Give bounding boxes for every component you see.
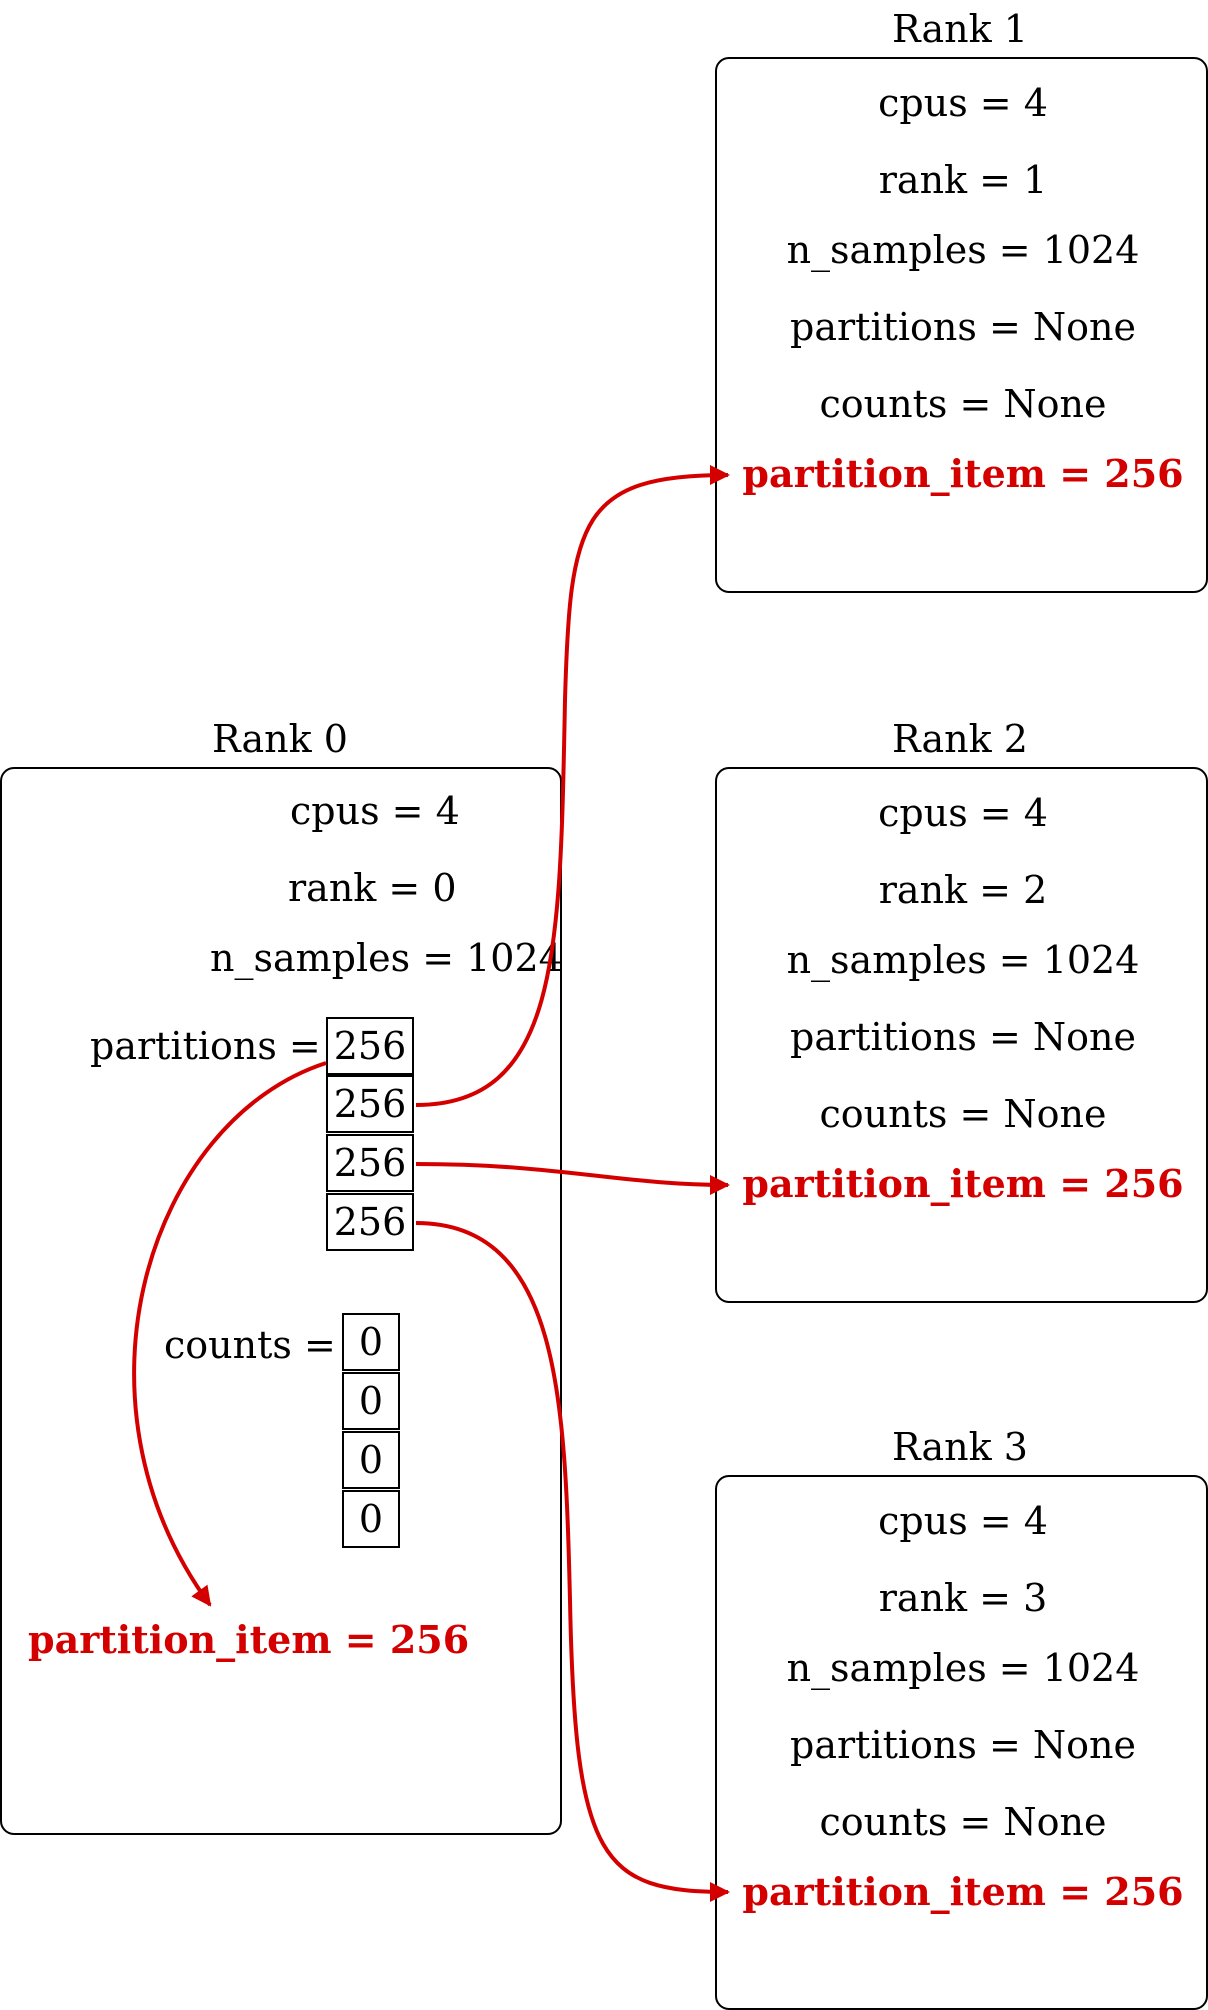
count-cell: 0	[342, 1313, 400, 1371]
rank0-partitions-label: partitions =	[90, 1024, 321, 1068]
rank3-n-samples: n_samples = 1024	[786, 1646, 1140, 1690]
rank2-title: Rank 2	[892, 717, 1028, 761]
rank0-counts-label: counts =	[164, 1323, 336, 1367]
partition-cell: 256	[326, 1134, 414, 1192]
rank2-box: cpus = 4 rank = 2 n_samples = 1024 parti…	[715, 767, 1208, 1303]
rank1-counts: counts = None	[819, 382, 1107, 426]
rank1-box: cpus = 4 rank = 1 n_samples = 1024 parti…	[715, 57, 1208, 593]
rank2-cpus: cpus = 4	[878, 791, 1048, 835]
rank3-title: Rank 3	[892, 1425, 1028, 1469]
rank1-partition-item: partition_item = 256	[742, 451, 1184, 496]
rank3-cpus: cpus = 4	[878, 1499, 1048, 1543]
rank0-title: Rank 0	[212, 717, 348, 761]
count-cell: 0	[342, 1431, 400, 1489]
rank1-n-samples: n_samples = 1024	[786, 228, 1140, 272]
rank2-partition-item: partition_item = 256	[742, 1161, 1184, 1206]
partition-cell: 256	[326, 1193, 414, 1251]
rank2-partitions: partitions = None	[790, 1015, 1136, 1059]
rank1-partitions: partitions = None	[790, 305, 1136, 349]
rank0-n-samples: n_samples = 1024	[210, 936, 563, 980]
rank3-counts: counts = None	[819, 1800, 1107, 1844]
rank0-rank: rank = 0	[288, 866, 457, 910]
rank0-partition-item: partition_item = 256	[28, 1617, 470, 1662]
partition-cell: 256	[326, 1017, 414, 1075]
rank2-rank: rank = 2	[878, 868, 1048, 912]
rank0-cpus: cpus = 4	[290, 789, 460, 833]
count-cell: 0	[342, 1372, 400, 1430]
rank3-partitions: partitions = None	[790, 1723, 1136, 1767]
rank2-n-samples: n_samples = 1024	[786, 938, 1140, 982]
rank2-counts: counts = None	[819, 1092, 1107, 1136]
rank3-box: cpus = 4 rank = 3 n_samples = 1024 parti…	[715, 1475, 1208, 2010]
rank1-rank: rank = 1	[878, 158, 1048, 202]
count-cell: 0	[342, 1490, 400, 1548]
rank0-box	[0, 767, 562, 1835]
rank1-title: Rank 1	[892, 7, 1028, 51]
rank3-rank: rank = 3	[878, 1576, 1048, 1620]
partition-cell: 256	[326, 1075, 414, 1133]
rank1-cpus: cpus = 4	[878, 81, 1048, 125]
rank3-partition-item: partition_item = 256	[742, 1869, 1184, 1914]
